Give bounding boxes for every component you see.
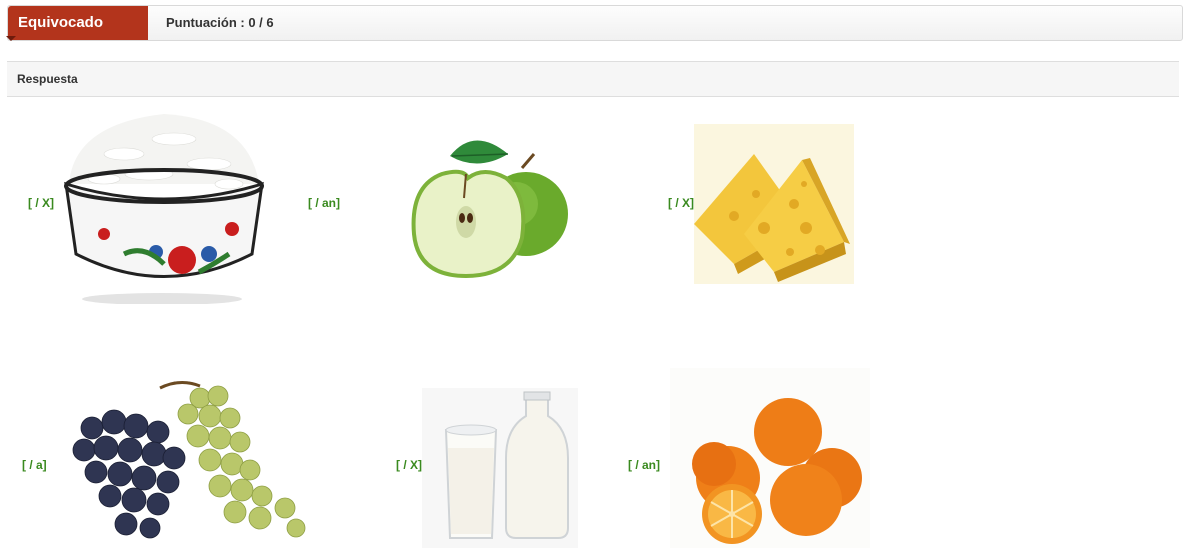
milk-image (422, 388, 578, 548)
green-apple-image (404, 126, 574, 286)
rice-bowl-image (64, 104, 264, 304)
status-arrow-icon (6, 36, 16, 41)
answer-label-5: [ / X] (396, 458, 422, 472)
grapes-image (70, 378, 320, 548)
cheese-image (694, 124, 854, 284)
quiz-result-page: Equivocado Puntuación : 0 / 6 Respuesta … (0, 0, 1184, 548)
answer-label-6: [ / an] (628, 458, 660, 472)
answer-section-title: Respuesta (7, 61, 1179, 97)
status-badge: Equivocado (8, 6, 148, 40)
answer-label-4: [ / a] (22, 458, 47, 472)
answer-label-2: [ / an] (308, 196, 340, 210)
oranges-image (670, 368, 870, 548)
answer-label-1: [ / X] (28, 196, 54, 210)
score-text: Puntuación : 0 / 6 (166, 15, 274, 30)
result-bar: Equivocado Puntuación : 0 / 6 (7, 5, 1183, 41)
answer-label-3: [ / X] (668, 196, 694, 210)
